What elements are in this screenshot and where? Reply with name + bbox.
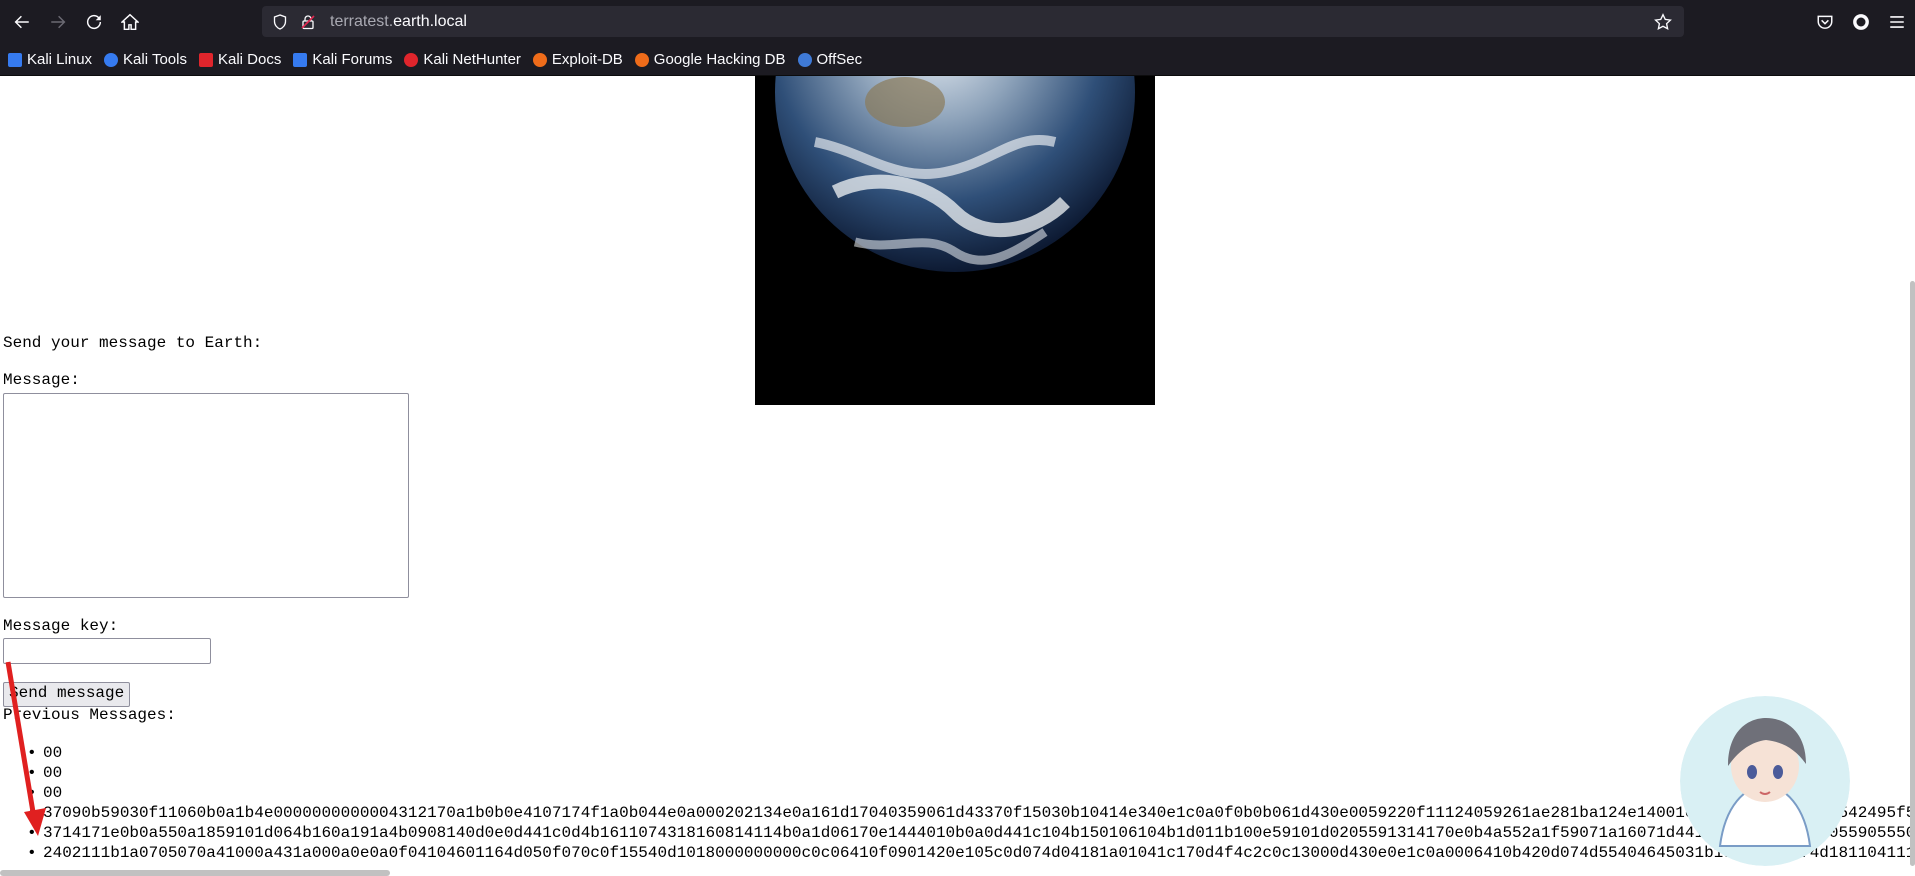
reload-icon <box>86 14 102 30</box>
forward-button[interactable] <box>44 8 72 36</box>
avatar <box>1680 696 1850 866</box>
arrow-right-icon <box>51 15 66 29</box>
message-textarea[interactable] <box>3 393 409 598</box>
bookmark-google-hacking-db[interactable]: Google Hacking DB <box>634 51 786 68</box>
exploit-db-icon <box>532 52 547 67</box>
kali-forums-icon <box>293 52 308 67</box>
home-icon <box>121 13 139 31</box>
bookmarks-toolbar: Kali Linux Kali Tools Kali Docs Kali For… <box>0 44 1915 76</box>
arrow-left-icon <box>14 15 29 29</box>
list-item: 3714171e0b0a550a1859101d064b160a191a4b09… <box>0 823 1915 843</box>
kali-docs-icon <box>198 52 213 67</box>
horizontal-scrollbar-thumb[interactable] <box>0 870 390 876</box>
browser-toolbar: terratest.earth.local <box>0 0 1915 44</box>
list-item: 00 <box>0 783 1915 803</box>
url-subdomain: terratest. <box>330 12 394 30</box>
home-button[interactable] <box>116 8 144 36</box>
url-domain: earth.local <box>393 12 467 30</box>
bookmark-kali-forums[interactable]: Kali Forums <box>293 51 392 68</box>
bookmark-offsec[interactable]: OffSec <box>797 51 862 68</box>
send-message-button[interactable]: Send message <box>3 682 131 707</box>
toolbar-right <box>1807 0 1915 44</box>
shield-icon[interactable] <box>272 13 288 30</box>
message-label: Message: <box>3 371 80 389</box>
message-key-input[interactable] <box>3 638 211 664</box>
list-item: 00 <box>0 743 1915 763</box>
pocket-icon <box>1817 15 1833 29</box>
kali-dragon-icon <box>8 52 22 67</box>
bookmark-kali-docs[interactable]: Kali Docs <box>198 51 281 68</box>
menu-button[interactable] <box>1879 13 1915 31</box>
kali-nethunter-icon <box>404 52 419 67</box>
reload-button[interactable] <box>80 8 108 36</box>
address-bar[interactable]: terratest.earth.local <box>262 6 1684 37</box>
offsec-icon <box>797 52 812 67</box>
url-text[interactable]: terratest.earth.local <box>330 13 467 31</box>
list-item: 00 <box>0 763 1915 783</box>
hamburger-menu-icon <box>1890 16 1904 28</box>
bookmark-kali-linux[interactable]: Kali Linux <box>8 51 92 68</box>
bookmark-exploit-db[interactable]: Exploit-DB <box>532 51 623 68</box>
list-item: 2402111b1a0705070a41000a431a000a0e0a0f04… <box>0 843 1915 863</box>
bookmark-star-icon[interactable] <box>1654 13 1672 31</box>
account-button[interactable] <box>1843 13 1879 31</box>
insecure-lock-icon[interactable] <box>300 14 316 30</box>
earth-image <box>755 76 1155 405</box>
message-key-label: Message key: <box>3 617 119 635</box>
kali-tools-icon <box>104 52 119 67</box>
bookmark-kali-nethunter[interactable]: Kali NetHunter <box>404 51 521 68</box>
back-button[interactable] <box>8 8 36 36</box>
previous-messages-list: 00 00 00 37090b59030f11060b0a1b4e0000000… <box>0 743 1915 863</box>
pocket-button[interactable] <box>1807 13 1843 31</box>
send-heading: Send your message to Earth: <box>3 334 263 352</box>
page-viewport: Send your message to Earth: Message: Mes… <box>0 76 1915 876</box>
horizontal-scrollbar[interactable] <box>0 870 1915 876</box>
list-item: 37090b59030f11060b0a1b4e0000000000004312… <box>0 803 1915 823</box>
vertical-scrollbar-thumb[interactable] <box>1910 281 1915 866</box>
previous-messages-label: Previous Messages: <box>3 706 176 724</box>
account-icon <box>1853 14 1869 30</box>
google-hacking-db-icon <box>634 52 649 67</box>
bookmark-kali-tools[interactable]: Kali Tools <box>104 51 187 68</box>
